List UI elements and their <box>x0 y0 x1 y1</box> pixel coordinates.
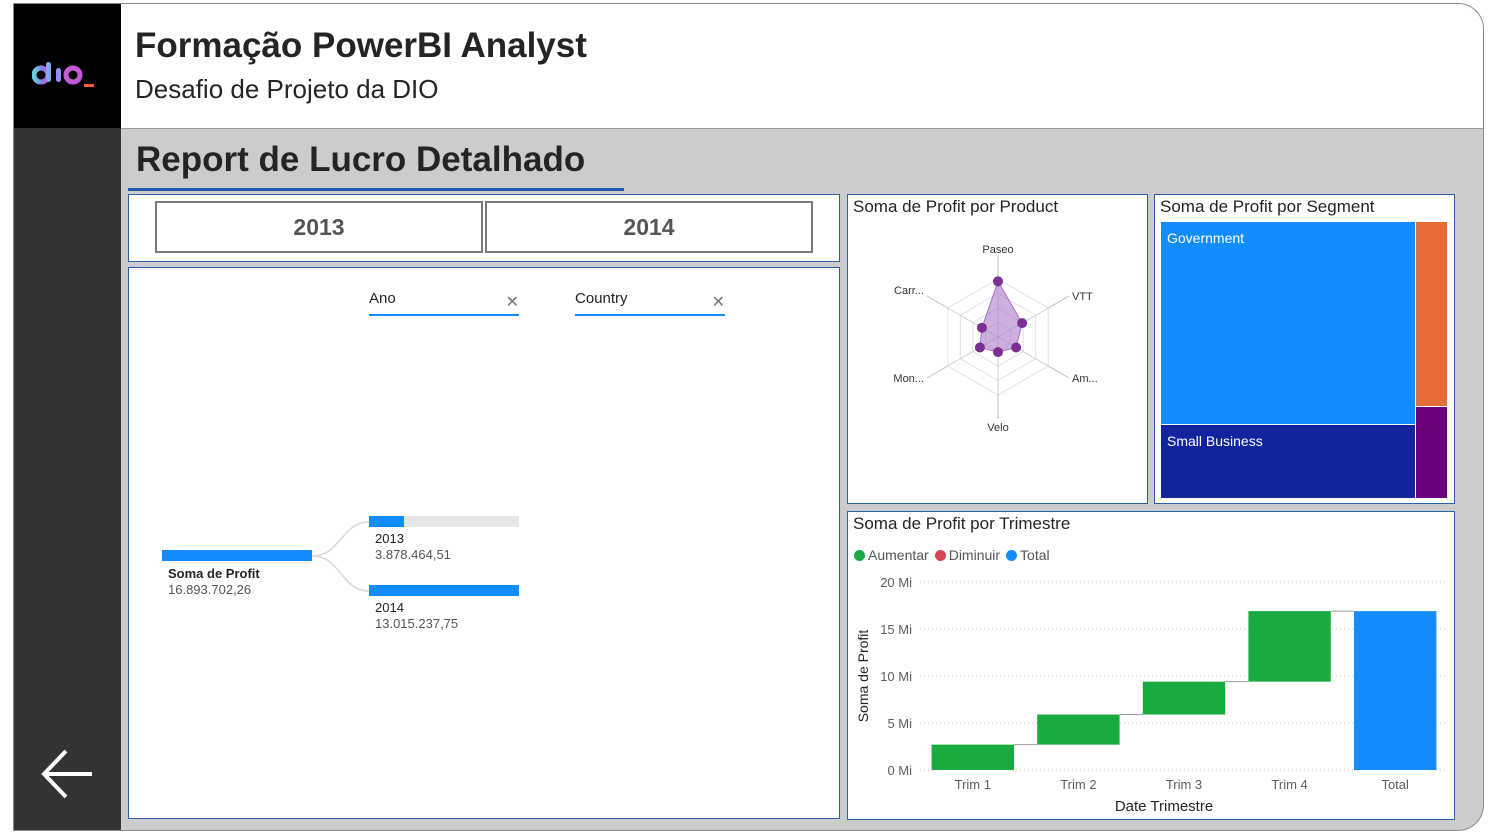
radar-category-label: Am... <box>1072 373 1098 385</box>
radar-data-point <box>1017 318 1028 329</box>
treemap-tile-orange[interactable] <box>1415 221 1448 407</box>
dio-logo <box>14 4 121 128</box>
root-value: 16.893.702,26 <box>168 582 252 597</box>
x-tick-label: Trim 3 <box>1166 777 1202 792</box>
report-title: Report de Lucro Detalhado <box>136 140 586 179</box>
waterfall-bar <box>1248 611 1331 682</box>
tree-node-value: 13.015.237,75 <box>375 616 459 631</box>
x-tick-label: Trim 1 <box>955 777 991 792</box>
tree-node-bar[interactable] <box>369 516 519 527</box>
y-tick-label: 5 Mi <box>887 716 912 731</box>
root-label: Soma de Profit <box>168 566 260 581</box>
treemap-tile-label: Small Business <box>1167 433 1263 449</box>
sidebar <box>14 4 121 830</box>
radar-category-label: Mon... <box>893 373 924 385</box>
close-icon[interactable]: ✕ <box>712 292 725 312</box>
radar-data-point <box>976 322 987 333</box>
arrow-left-icon <box>41 749 92 799</box>
tree-node-label: 2013 <box>375 531 404 546</box>
root-bar[interactable] <box>162 550 312 561</box>
root-bar-fill <box>162 550 312 561</box>
waterfall-bar <box>1354 611 1437 770</box>
x-axis-title: Date Trimestre <box>1115 798 1213 815</box>
close-icon[interactable]: ✕ <box>506 292 519 312</box>
radar-leader-line <box>926 295 949 309</box>
year-button-2014[interactable]: 2014 <box>485 201 813 253</box>
dio-logo-icon <box>32 62 94 87</box>
radar-data-point <box>974 342 985 353</box>
treemap-tile-label: Government <box>1167 230 1245 246</box>
level-header-country[interactable]: Country ✕ <box>575 290 725 316</box>
tree-connectors <box>311 521 370 592</box>
treemap-tile-small-business[interactable]: Small Business <box>1160 424 1416 499</box>
radar-leader-line <box>926 365 949 379</box>
year-slicer-panel: 2013 2014 <box>128 194 840 262</box>
level-header-ano[interactable]: Ano ✕ <box>369 290 519 316</box>
x-tick-label: Trim 4 <box>1271 777 1307 792</box>
waterfall-bar <box>1142 681 1226 715</box>
radar-chart-title: Soma de Profit por Product <box>853 197 1059 216</box>
treemap-title: Soma de Profit por Segment <box>1160 197 1375 216</box>
treemap-tile-government[interactable]: Government <box>1160 221 1416 425</box>
waterfall-bar <box>931 744 1014 770</box>
radar-series-area <box>979 280 1023 353</box>
level-label-ano: Ano <box>369 290 396 307</box>
x-tick-label: Total <box>1381 777 1409 792</box>
y-tick-label: 20 Mi <box>880 575 912 590</box>
radar-category-label: Carr... <box>894 285 924 297</box>
y-axis-title: Soma de Profit <box>855 630 871 723</box>
report-frame: Formação PowerBI Analyst Desafio de Proj… <box>13 3 1484 831</box>
back-button[interactable] <box>38 744 98 804</box>
treemap-panel: Soma de Profit por Segment Government Sm… <box>1154 194 1455 504</box>
radar-data-point <box>993 347 1003 358</box>
tree-node-label: 2014 <box>375 600 404 615</box>
y-tick-label: 0 Mi <box>887 763 912 778</box>
radar-leader-line <box>1047 295 1070 309</box>
tree-node-bar[interactable] <box>369 585 519 596</box>
tree-node-fill <box>369 585 519 596</box>
report-header: Formação PowerBI Analyst Desafio de Proj… <box>121 4 1483 129</box>
treemap-tile-purple[interactable] <box>1415 406 1448 499</box>
y-tick-label: 10 Mi <box>880 669 912 684</box>
decomposition-tree-panel: Ano ✕ Country ✕ Soma de Profit 16.893.70… <box>128 267 840 819</box>
radar-data-point <box>993 276 1003 287</box>
radar-category-label: VTT <box>1072 291 1093 303</box>
year-button-2013[interactable]: 2013 <box>155 201 483 253</box>
report-title-underline <box>128 188 624 191</box>
waterfall-bar <box>1037 714 1120 745</box>
radar-data-point <box>1011 342 1022 353</box>
radar-category-label: Velo <box>987 422 1008 434</box>
y-tick-label: 15 Mi <box>880 622 912 637</box>
page-title: Formação PowerBI Analyst <box>135 26 587 65</box>
radar-category-label: Paseo <box>982 244 1013 256</box>
page-subtitle: Desafio de Projeto da DIO <box>135 74 439 104</box>
waterfall-chart[interactable]: 0 Mi 5 Mi 10 Mi 15 Mi 20 Mi Trim 1 Trim 2 Trim … <box>848 512 1454 819</box>
tree-node-fill <box>369 516 404 527</box>
radar-chart-panel: Soma de Profit por Product Paseo VTT Am...… <box>847 194 1148 504</box>
tree-node-value: 3.878.464,51 <box>375 547 451 562</box>
radar-chart[interactable]: Paseo VTT Am... Velo Mon... Carr... <box>848 231 1147 501</box>
radar-leader-line <box>1047 365 1070 379</box>
level-label-country: Country <box>575 290 628 307</box>
waterfall-chart-panel: Soma de Profit por Trimestre Aumentar Di… <box>847 511 1455 820</box>
x-tick-label: Trim 2 <box>1060 777 1096 792</box>
